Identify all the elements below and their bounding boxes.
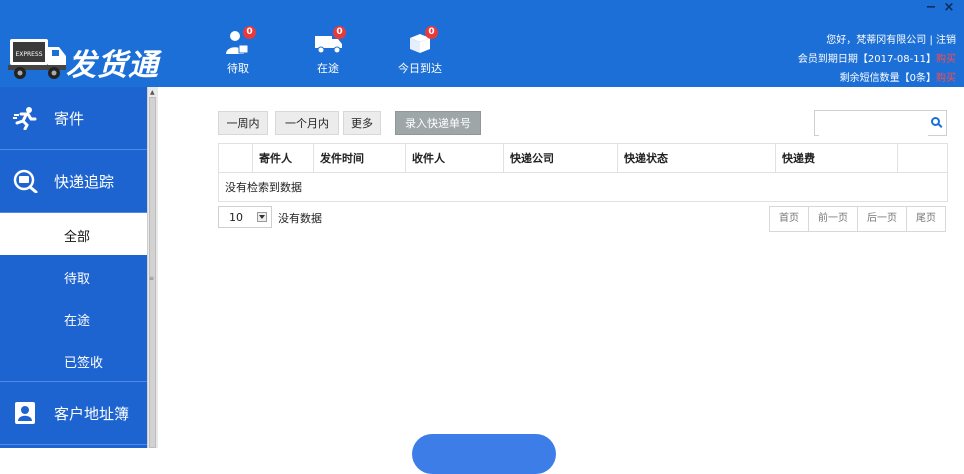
sms-remaining: 剩余短信数量【0条】购买 <box>798 69 956 88</box>
app-title: 发货通 <box>66 48 159 83</box>
minimize-button[interactable]: − <box>922 0 940 15</box>
sidebar-subitem-all[interactable]: 全部 <box>0 213 147 255</box>
column-header-send-time[interactable]: 发件时间 <box>313 143 406 173</box>
search-icon[interactable] <box>931 117 940 126</box>
pagination: 首页 前一页 后一页 尾页 <box>769 206 946 232</box>
sidebar-item-address-book[interactable]: 客户地址簿 <box>0 382 147 445</box>
nav-arrived-today[interactable]: 0 今日到达 <box>390 26 450 80</box>
buy-membership-link[interactable]: 购买 <box>936 54 956 65</box>
page-size-value: 10 <box>229 211 243 224</box>
scroll-up-icon[interactable]: ▲ <box>150 89 155 96</box>
scroll-grip-icon: ≡ <box>149 275 155 282</box>
filter-month-button[interactable]: 一个月内 <box>275 111 339 135</box>
last-page-button[interactable]: 尾页 <box>906 206 946 232</box>
sidebar-subitem-transit[interactable]: 在途 <box>0 297 147 339</box>
first-page-button[interactable]: 首页 <box>769 206 809 232</box>
sidebar-item-label: 快递追踪 <box>54 173 115 191</box>
filter-week-button[interactable]: 一周内 <box>218 111 268 135</box>
table-header-row: 寄件人 发件时间 收件人 快递公司 快递状态 快递费 <box>218 143 948 173</box>
tracking-search-icon <box>12 169 38 194</box>
column-header-fee[interactable]: 快递费 <box>775 143 898 173</box>
shipments-table: 寄件人 发件时间 收件人 快递公司 快递状态 快递费 没有检索到数据 <box>218 143 948 202</box>
table-row: 没有检索到数据 <box>218 172 948 202</box>
nav-pending-pickup[interactable]: 0 待取 <box>208 26 268 80</box>
buy-sms-link[interactable]: 购买 <box>936 73 956 84</box>
chevron-down-icon[interactable] <box>257 212 267 222</box>
member-expiry: 会员到期日期【2017-08-11】购买 <box>798 50 956 69</box>
top-header: − × EXPRESS 发货通 0 待取 0 在途 0 今日到达 您好，梵蒂冈有… <box>0 0 964 87</box>
member-expiry-text: 会员到期日期【2017-08-11】 <box>797 54 936 65</box>
column-header-status[interactable]: 快递状态 <box>617 143 776 173</box>
nav-label: 在途 <box>317 62 339 75</box>
window-controls: − × <box>922 0 958 16</box>
pager-status: 没有数据 <box>278 212 322 225</box>
filter-more-button[interactable]: 更多 <box>343 111 381 135</box>
main-content: 一周内 一个月内 更多 录入快递单号 寄件人 发件时间 收件人 快递公司 快递状… <box>158 87 964 448</box>
sidebar-item-label: 寄件 <box>54 110 85 128</box>
delivery-truck-icon: 0 <box>312 26 346 56</box>
running-man-icon <box>12 106 38 131</box>
nav-label: 待取 <box>227 62 249 75</box>
courier-person-icon: 0 <box>222 26 256 56</box>
transit-badge: 0 <box>333 26 346 39</box>
prev-page-button[interactable]: 前一页 <box>808 206 858 232</box>
close-button[interactable]: × <box>940 0 958 15</box>
floating-action-pill[interactable] <box>412 434 556 474</box>
sms-remaining-text: 剩余短信数量【0条】 <box>839 73 936 84</box>
truck-logo-label: EXPRESS <box>15 51 42 58</box>
column-header-recipient[interactable]: 收件人 <box>405 143 504 173</box>
nav-in-transit[interactable]: 0 在途 <box>298 26 358 80</box>
sidebar-subitem-signed[interactable]: 已签收 <box>0 339 147 382</box>
pending-badge: 0 <box>243 26 256 39</box>
scroll-thumb[interactable] <box>149 97 156 448</box>
address-book-icon <box>12 401 38 425</box>
user-info: 您好，梵蒂冈有限公司 | 注销 会员到期日期【2017-08-11】购买 剩余短… <box>798 31 956 88</box>
next-page-button[interactable]: 后一页 <box>857 206 907 232</box>
sidebar-subitem-label: 全部 <box>64 230 91 245</box>
truck-logo-icon: EXPRESS <box>8 39 66 79</box>
sidebar-subitem-pending[interactable]: 待取 <box>0 255 147 297</box>
package-arrived-icon: 0 <box>404 26 438 56</box>
search-input[interactable] <box>819 112 928 136</box>
search-box <box>814 110 947 136</box>
sidebar-item-label: 客户地址簿 <box>54 405 130 423</box>
sidebar: 寄件 快递追踪 全部 待取 在途 已签收 客户地址簿 <box>0 87 147 448</box>
sidebar-item-send[interactable]: 寄件 <box>0 87 147 150</box>
page-size-select[interactable]: 10 <box>218 206 272 228</box>
sidebar-subitem-label: 已签收 <box>64 356 104 371</box>
column-header-courier[interactable]: 快递公司 <box>503 143 618 173</box>
column-header-extra <box>897 143 948 173</box>
sidebar-subitem-label: 待取 <box>64 272 91 287</box>
greeting-logout[interactable]: 您好，梵蒂冈有限公司 | 注销 <box>798 31 956 50</box>
enter-tracking-number-button[interactable]: 录入快递单号 <box>395 111 481 135</box>
sidebar-subitem-label: 在途 <box>64 314 91 329</box>
column-header-sender[interactable]: 寄件人 <box>252 143 314 173</box>
arrived-badge: 0 <box>425 26 438 39</box>
empty-table-message: 没有检索到数据 <box>218 172 948 202</box>
sidebar-item-tracking[interactable]: 快递追踪 <box>0 150 147 213</box>
sidebar-scrollbar[interactable]: ▲ ≡ <box>147 87 158 448</box>
nav-label: 今日到达 <box>398 62 442 75</box>
column-header-select <box>218 143 253 173</box>
